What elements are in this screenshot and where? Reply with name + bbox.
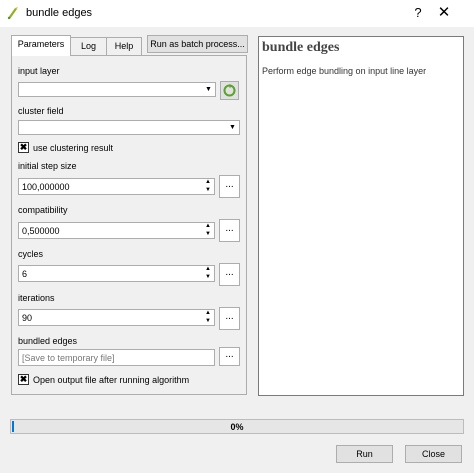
iterations-expression-button[interactable]: ... [219,307,240,330]
cluster-field-combo[interactable]: ▼ [18,120,240,135]
help-title: bundle edges [262,40,340,55]
input-layer-combo[interactable]: ▼ [18,82,216,97]
use-clustering-checkbox[interactable]: ✖ [18,142,29,153]
window-title: bundle edges [26,7,93,19]
help-description: Perform edge bundling on input line laye… [262,66,427,76]
spin-up-icon[interactable]: ▲ [203,179,213,186]
tab-parameters[interactable]: Parameters [11,35,71,56]
title-bar: bundle edges ? ✕ [0,0,474,27]
chevron-down-icon: ▼ [205,86,212,93]
spin-up-icon[interactable]: ▲ [203,223,213,230]
spin-up-icon[interactable]: ▲ [203,310,213,317]
initial-step-size-spinbox[interactable]: 100,000000 ▲ ▼ [18,178,215,195]
use-clustering-label: use clustering result [33,143,114,153]
compatibility-value: 0,500000 [22,226,60,236]
run-button[interactable]: Run [336,445,393,463]
compatibility-label: compatibility [18,205,68,215]
qgis-app-icon [7,7,18,20]
cluster-field-label: cluster field [18,106,64,116]
spin-down-icon[interactable]: ▼ [203,318,213,325]
tab-help[interactable]: Help [106,37,142,55]
iterations-value: 90 [22,313,33,323]
cycles-expression-button[interactable]: ... [219,263,240,286]
initial-step-size-expression-button[interactable]: ... [219,175,240,198]
close-window-button[interactable]: ✕ [432,3,456,23]
cycles-label: cycles [18,249,44,259]
iterate-over-layer-button[interactable] [220,81,239,100]
initial-step-size-label: initial step size [18,161,77,171]
bundled-edges-output-field[interactable]: [Save to temporary file] [18,349,215,366]
progress-text: 0% [230,422,244,432]
spin-down-icon[interactable]: ▼ [203,187,213,194]
compatibility-spinbox[interactable]: 0,500000 ▲ ▼ [18,222,215,239]
run-as-batch-button[interactable]: Run as batch process... [147,35,248,53]
compatibility-expression-button[interactable]: ... [219,219,240,242]
initial-step-size-value: 100,000000 [22,182,70,192]
iterations-spinbox[interactable]: 90 ▲ ▼ [18,309,215,326]
bundled-edges-placeholder: [Save to temporary file] [22,353,115,363]
open-output-checkbox[interactable]: ✖ [18,374,29,385]
iterations-label: iterations [18,293,55,303]
spin-down-icon[interactable]: ▼ [203,231,213,238]
tab-log[interactable]: Log [70,37,107,55]
close-button[interactable]: Close [405,445,462,463]
open-output-label: Open output file after running algorithm [33,375,190,385]
cycles-spinbox[interactable]: 6 ▲ ▼ [18,265,215,282]
spin-up-icon[interactable]: ▲ [203,266,213,273]
input-layer-label: input layer [18,66,60,76]
spin-down-icon[interactable]: ▼ [203,274,213,281]
progress-bar: 0% [10,419,464,434]
bundled-edges-label: bundled edges [18,336,78,346]
iterate-icon [223,84,236,97]
chevron-down-icon: ▼ [229,124,236,131]
help-button[interactable]: ? [408,3,428,23]
cycles-value: 6 [22,269,28,279]
bundled-edges-browse-button[interactable]: ... [219,347,240,366]
help-panel: bundle edges Perform edge bundling on in… [258,36,464,396]
